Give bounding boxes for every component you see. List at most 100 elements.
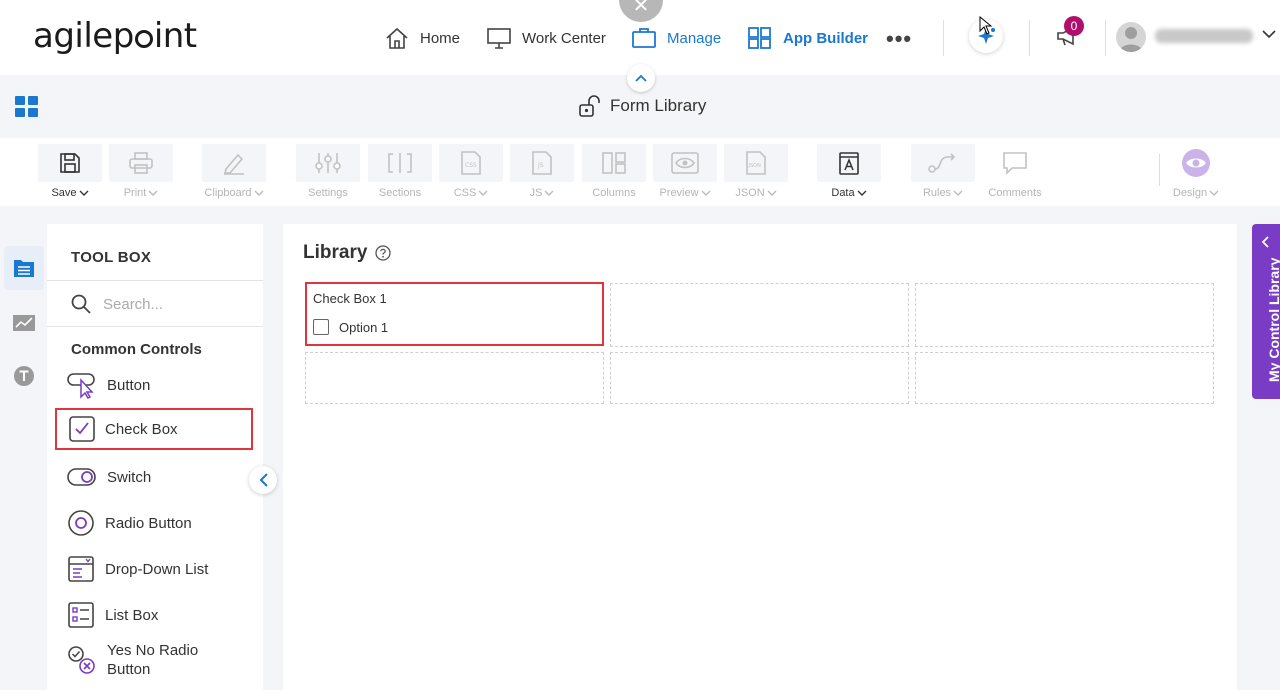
chevron-down-icon	[79, 190, 89, 196]
nav-home[interactable]: Home	[384, 24, 460, 52]
radio-button-icon	[68, 510, 94, 536]
sliders-icon	[315, 153, 341, 173]
nav-divider	[1105, 20, 1106, 56]
nav-manage[interactable]: Manage	[631, 24, 721, 52]
close-icon[interactable]: ✕	[619, 0, 663, 22]
checkbox-option-box[interactable]	[313, 319, 329, 335]
home-icon	[386, 27, 408, 49]
chevron-left-icon	[1261, 236, 1269, 248]
my-control-library-tab[interactable]: My Control Library	[1252, 224, 1280, 399]
clipboard-button[interactable]: Clipboard	[202, 144, 266, 199]
pencil-icon	[223, 153, 244, 175]
nav-divider	[1029, 20, 1030, 56]
logo-dot	[134, 30, 153, 48]
data-button[interactable]: Data	[817, 144, 881, 199]
print-button[interactable]: Print	[109, 144, 173, 199]
left-rail	[0, 226, 47, 690]
dropdown-list-icon	[68, 556, 94, 582]
tool-check-box[interactable]: Check Box	[55, 408, 253, 450]
avatar[interactable]	[1116, 22, 1146, 52]
comments-button[interactable]: Comments	[983, 144, 1047, 199]
empty-drop-cell[interactable]	[610, 283, 909, 347]
toolbox-divider	[47, 280, 263, 281]
data-form-icon	[839, 152, 859, 175]
briefcase-icon	[632, 28, 656, 48]
checkbox-option[interactable]: Option 1	[313, 319, 388, 335]
sections-button[interactable]: Sections	[368, 144, 432, 199]
switch-toggle-icon	[67, 468, 96, 486]
monitor-icon	[487, 28, 511, 49]
preview-eye-icon	[671, 152, 699, 174]
nav-divider	[943, 20, 944, 56]
rail-theme-button[interactable]	[4, 354, 44, 398]
more-menu-icon[interactable]: •••	[886, 26, 912, 52]
comment-icon	[1003, 152, 1027, 175]
nav-work-center[interactable]: Work Center	[486, 24, 606, 52]
nav-app-builder[interactable]: App Builder	[747, 24, 868, 52]
page-title: Form Library	[578, 94, 706, 118]
collapse-toolbox-button[interactable]	[249, 466, 277, 494]
notification-badge: 0	[1064, 16, 1084, 36]
chevron-down-icon	[767, 190, 777, 196]
printer-icon	[129, 152, 153, 174]
chevron-down-icon[interactable]	[1262, 29, 1276, 39]
empty-drop-cell[interactable]	[915, 352, 1214, 404]
apps-grid-icon[interactable]	[15, 96, 39, 118]
chevron-down-icon	[148, 190, 158, 196]
canvas-title: Library	[303, 242, 392, 264]
toolbox-divider	[47, 326, 263, 327]
chevron-down-icon	[478, 190, 488, 196]
collapse-header-button[interactable]	[627, 64, 655, 92]
tool-radio-button[interactable]: Radio Button	[67, 503, 255, 543]
tool-button[interactable]: Button	[67, 365, 255, 405]
svg-text:CSS: CSS	[465, 162, 477, 169]
list-folder-icon	[14, 260, 34, 277]
svg-text:JS: JS	[537, 162, 544, 169]
rail-chart-button[interactable]	[4, 302, 44, 346]
button-cursor-icon	[67, 373, 95, 399]
user-icon	[1119, 27, 1143, 52]
empty-drop-cell[interactable]	[305, 352, 604, 404]
js-file-icon: JS	[532, 151, 552, 175]
checkbox-icon	[69, 416, 95, 442]
chevron-up-icon	[635, 74, 647, 82]
search-icon	[71, 294, 91, 314]
columns-icon	[602, 152, 626, 174]
app-builder-grid-icon	[748, 27, 771, 49]
js-button[interactable]: JS JS	[510, 144, 574, 199]
rail-toolbox-button[interactable]	[4, 246, 44, 290]
unlock-icon[interactable]	[578, 94, 602, 118]
settings-button[interactable]: Settings	[296, 144, 360, 199]
tool-list-box[interactable]: List Box	[67, 595, 255, 635]
checkbox-control-cell[interactable]: Check Box 1 Option 1	[305, 282, 604, 346]
username-blurred[interactable]	[1155, 29, 1253, 43]
tool-switch[interactable]: Switch	[67, 457, 255, 497]
empty-drop-cell[interactable]	[610, 352, 909, 404]
toolbox-search	[71, 294, 243, 314]
yes-no-radio-icon	[68, 646, 95, 674]
agilepoint-logo[interactable]: agilep int	[33, 16, 197, 56]
chevron-down-icon	[857, 190, 867, 196]
svg-text:JSON: JSON	[748, 163, 762, 169]
form-canvas: Library Check Box 1 Option 1	[283, 224, 1237, 690]
design-button[interactable]: Design	[1164, 144, 1228, 199]
tool-yes-no-radio-button[interactable]: Yes No Radio Button	[67, 638, 255, 682]
empty-drop-cell[interactable]	[915, 283, 1214, 347]
json-button[interactable]: JSON JSON	[724, 144, 788, 199]
search-input[interactable]	[103, 295, 243, 313]
design-eye-icon	[1182, 149, 1210, 177]
tool-drop-down-list[interactable]: Drop-Down List	[67, 549, 255, 589]
save-button[interactable]: Save	[38, 144, 102, 199]
preview-button[interactable]: Preview	[653, 144, 717, 199]
checkbox-control-label: Check Box 1	[313, 291, 387, 306]
theme-t-icon	[14, 366, 34, 386]
mouse-pointer-icon	[979, 16, 993, 35]
columns-button[interactable]: Columns	[582, 144, 646, 199]
chart-monitor-icon	[13, 315, 35, 331]
css-button[interactable]: CSS CSS	[439, 144, 503, 199]
toolbox-panel: TOOL BOX Common Controls Button Check Bo…	[47, 224, 263, 690]
help-icon[interactable]	[375, 245, 392, 261]
chevron-down-icon	[953, 190, 963, 196]
toolbar-divider	[1159, 154, 1160, 186]
rules-button[interactable]: Rules	[911, 144, 975, 199]
